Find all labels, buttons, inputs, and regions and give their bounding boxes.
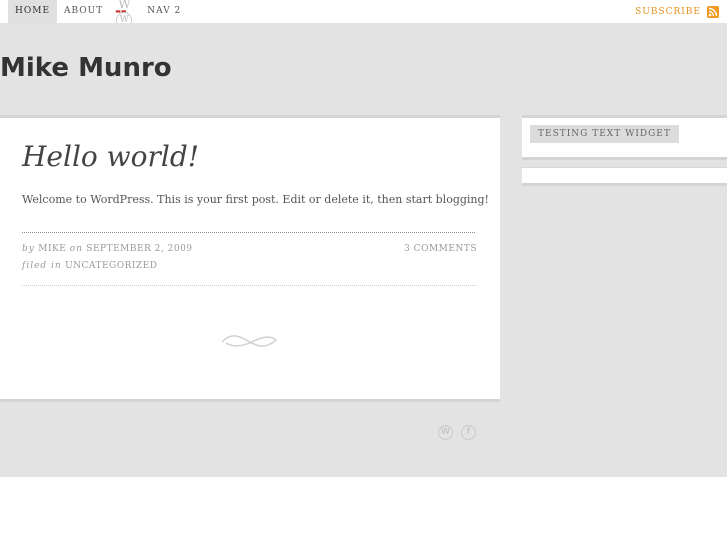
theme-footer-icon[interactable]: f [461, 425, 476, 440]
author-link[interactable]: MIKE [38, 244, 66, 254]
nav-nav-2[interactable]: NAV 2 [140, 0, 188, 23]
post-category-line: filed in UNCATEGORIZED [22, 261, 157, 271]
footer-icons: W f [438, 425, 476, 440]
site-title[interactable]: Mike Munro [0, 53, 172, 83]
post-meta-divider [22, 285, 477, 286]
wordpress-logo-icon: W ▬▬ W [110, 0, 140, 28]
filed-label: filed in [22, 261, 62, 271]
main-nav: HOME ABOUT W ▬▬ W NAV 2 [8, 0, 188, 28]
category-link[interactable]: UNCATEGORIZED [65, 261, 157, 271]
nav-about[interactable]: ABOUT [57, 0, 110, 23]
subscribe-link[interactable]: SUBSCRIBE [635, 0, 719, 23]
top-bar: HOME ABOUT W ▬▬ W NAV 2 SUBSCRIBE [0, 0, 727, 28]
post-meta: by MIKE on SEPTEMBER 2, 2009 3 COMMENTS … [22, 244, 477, 271]
nav-home[interactable]: HOME [8, 0, 58, 23]
post: Hello world! Welcome to WordPress. This … [0, 115, 500, 402]
post-divider [22, 232, 475, 233]
flourish-icon [221, 335, 278, 347]
post-title[interactable]: Hello world! [22, 140, 199, 173]
wordpress-footer-icon[interactable]: W [438, 425, 453, 440]
rss-icon [707, 5, 719, 18]
on-label: on [69, 244, 83, 254]
sidebar-widget-empty [522, 167, 727, 186]
post-date: SEPTEMBER 2, 2009 [86, 244, 193, 254]
sidebar-widget: TESTING TEXT WIDGET [522, 115, 727, 160]
site-header: Mike Munro [0, 23, 727, 115]
post-body: Welcome to WordPress. This is your first… [22, 193, 489, 206]
comments-link[interactable]: 3 COMMENTS [404, 244, 477, 254]
by-label: by [22, 244, 35, 254]
subscribe-label: SUBSCRIBE [635, 6, 701, 17]
widget-title: TESTING TEXT WIDGET [530, 125, 679, 143]
